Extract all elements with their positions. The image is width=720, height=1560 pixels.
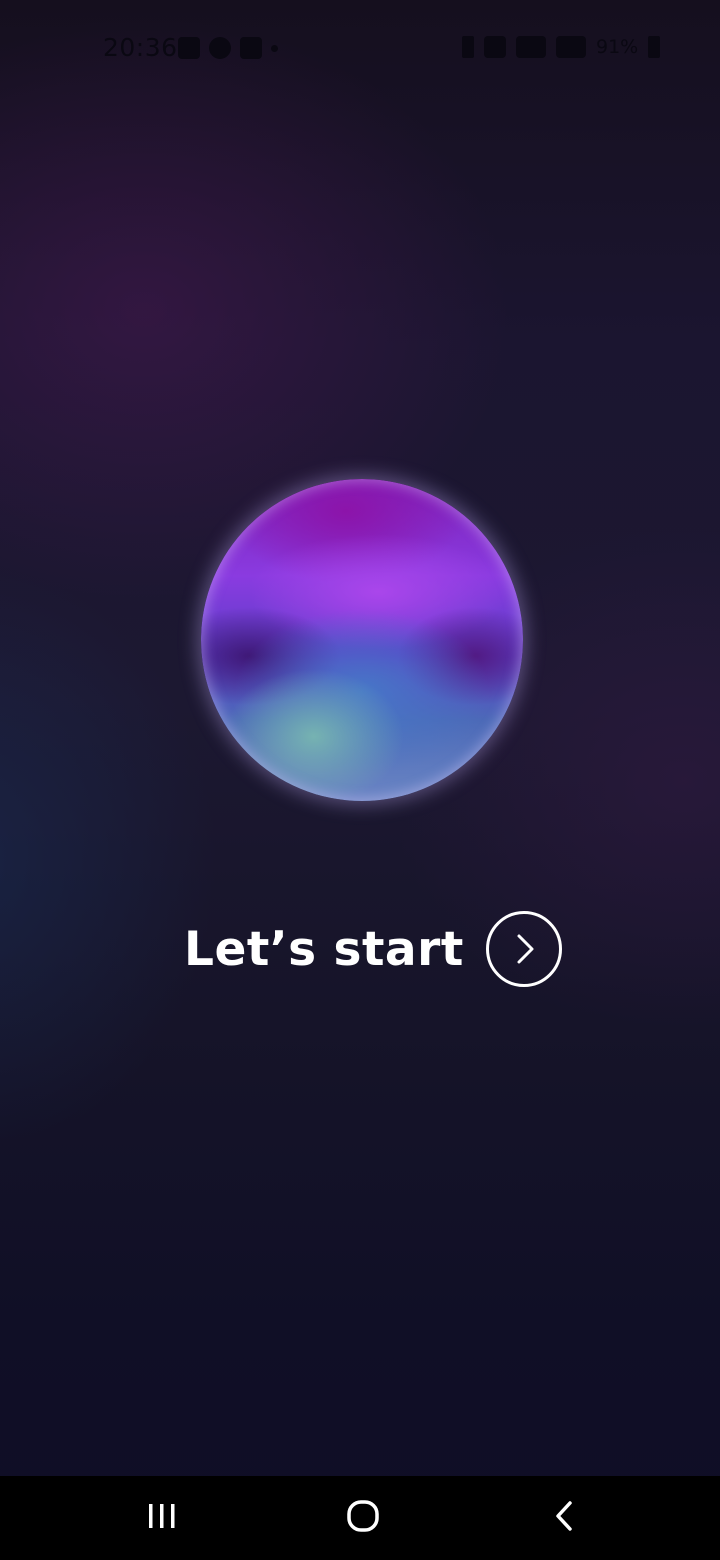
back-button[interactable] <box>505 1476 625 1560</box>
nfc-icon <box>484 36 506 58</box>
screen: 20:36 91% Let’s start <box>0 0 720 1560</box>
app-notification-icon <box>209 37 231 59</box>
battery-icon <box>648 36 661 58</box>
lets-start-label: Let’s start <box>184 921 464 977</box>
chevron-right-icon[interactable] <box>485 911 562 987</box>
screenshot-icon <box>240 37 262 59</box>
recent-apps-button[interactable] <box>102 1476 222 1560</box>
status-time: 20:36 <box>103 33 178 62</box>
recent-apps-icon <box>145 1499 179 1537</box>
wifi-icon <box>516 36 546 58</box>
gallery-icon <box>178 37 200 59</box>
sim-icon <box>462 36 474 58</box>
status-system-icons: 91% <box>462 36 661 58</box>
status-bar: 20:36 91% <box>0 0 720 92</box>
home-icon <box>345 1498 381 1538</box>
signal-icon <box>556 36 586 58</box>
home-button[interactable] <box>303 1476 423 1560</box>
more-notifications-dot-icon <box>271 44 278 52</box>
navigation-bar <box>0 1476 720 1560</box>
lets-start-button[interactable]: Let’s start <box>184 906 562 992</box>
status-notification-icons <box>178 37 278 59</box>
back-icon <box>548 1499 582 1537</box>
battery-percent: 91% <box>596 36 639 58</box>
assistant-orb <box>201 479 523 801</box>
